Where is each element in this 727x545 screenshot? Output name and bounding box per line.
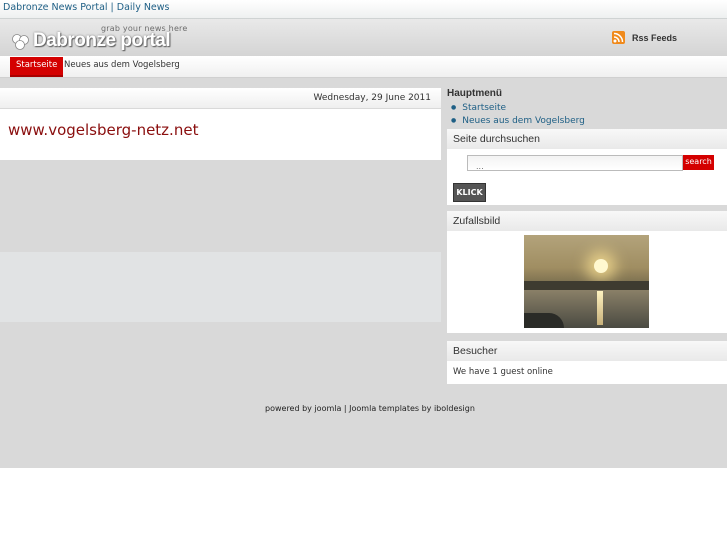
logo-icon — [12, 34, 29, 50]
main-menu-title: Hauptmenü — [447, 88, 502, 99]
visitors-text: We have 1 guest online — [453, 367, 553, 377]
main-menu-item-neues-aus-dem-vogelsberg[interactable]: Neues aus dem Vogelsberg — [451, 116, 585, 126]
article-title[interactable]: www.vogelsberg-netz.net — [8, 121, 198, 139]
visitors-header: Besucher — [447, 341, 727, 361]
main-menu: Hauptmenü Startseite Neues aus dem Vogel… — [447, 88, 727, 128]
nav-item-neues-aus-dem-vogelsberg[interactable]: Neues aus dem Vogelsberg — [64, 57, 180, 75]
nav-item-startseite[interactable]: Startseite — [10, 57, 64, 77]
visitors-module: Besucher We have 1 guest online — [447, 341, 727, 384]
main-nav: Startseite Neues aus dem Vogelsberg — [0, 56, 727, 78]
article: www.vogelsberg-netz.net — [0, 109, 441, 160]
klick-button[interactable]: KLICK — [453, 183, 486, 202]
photo-bank — [524, 313, 564, 328]
visitors-title: Besucher — [453, 345, 498, 357]
random-image-header: Zufallsbild — [447, 211, 727, 231]
search-module-header: Seite durchsuchen — [447, 129, 727, 149]
random-image-photo[interactable] — [524, 235, 649, 328]
rss-label: Rss Feeds — [632, 33, 678, 43]
search-module: Seite durchsuchen ... search KLICK — [447, 129, 727, 205]
search-input-value: ... — [476, 162, 484, 171]
logo-name: Dabronze portal — [33, 30, 171, 51]
site-title-link[interactable]: Dabronze News Portal | Daily News — [3, 2, 170, 13]
header: grab your news here Dabronze portal Rss … — [0, 19, 727, 56]
site-logo[interactable]: grab your news here Dabronze portal — [11, 24, 191, 54]
footer-credits: powered by joomla | Joomla templates by … — [265, 404, 475, 413]
content-placeholder — [0, 252, 441, 322]
random-image-title: Zufallsbild — [453, 215, 501, 227]
photo-sun-reflection — [597, 291, 603, 325]
current-date: Wednesday, 29 June 2011 — [313, 93, 431, 103]
search-button[interactable]: search — [683, 155, 714, 170]
main-menu-item-startseite[interactable]: Startseite — [451, 103, 506, 113]
search-input[interactable]: ... — [467, 155, 683, 171]
photo-sun — [594, 259, 608, 273]
top-bar: Dabronze News Portal | Daily News — [0, 0, 727, 19]
rss-icon — [612, 31, 625, 44]
date-bar: Wednesday, 29 June 2011 — [0, 88, 441, 108]
search-module-title: Seite durchsuchen — [453, 133, 540, 145]
random-image-module: Zufallsbild — [447, 211, 727, 333]
